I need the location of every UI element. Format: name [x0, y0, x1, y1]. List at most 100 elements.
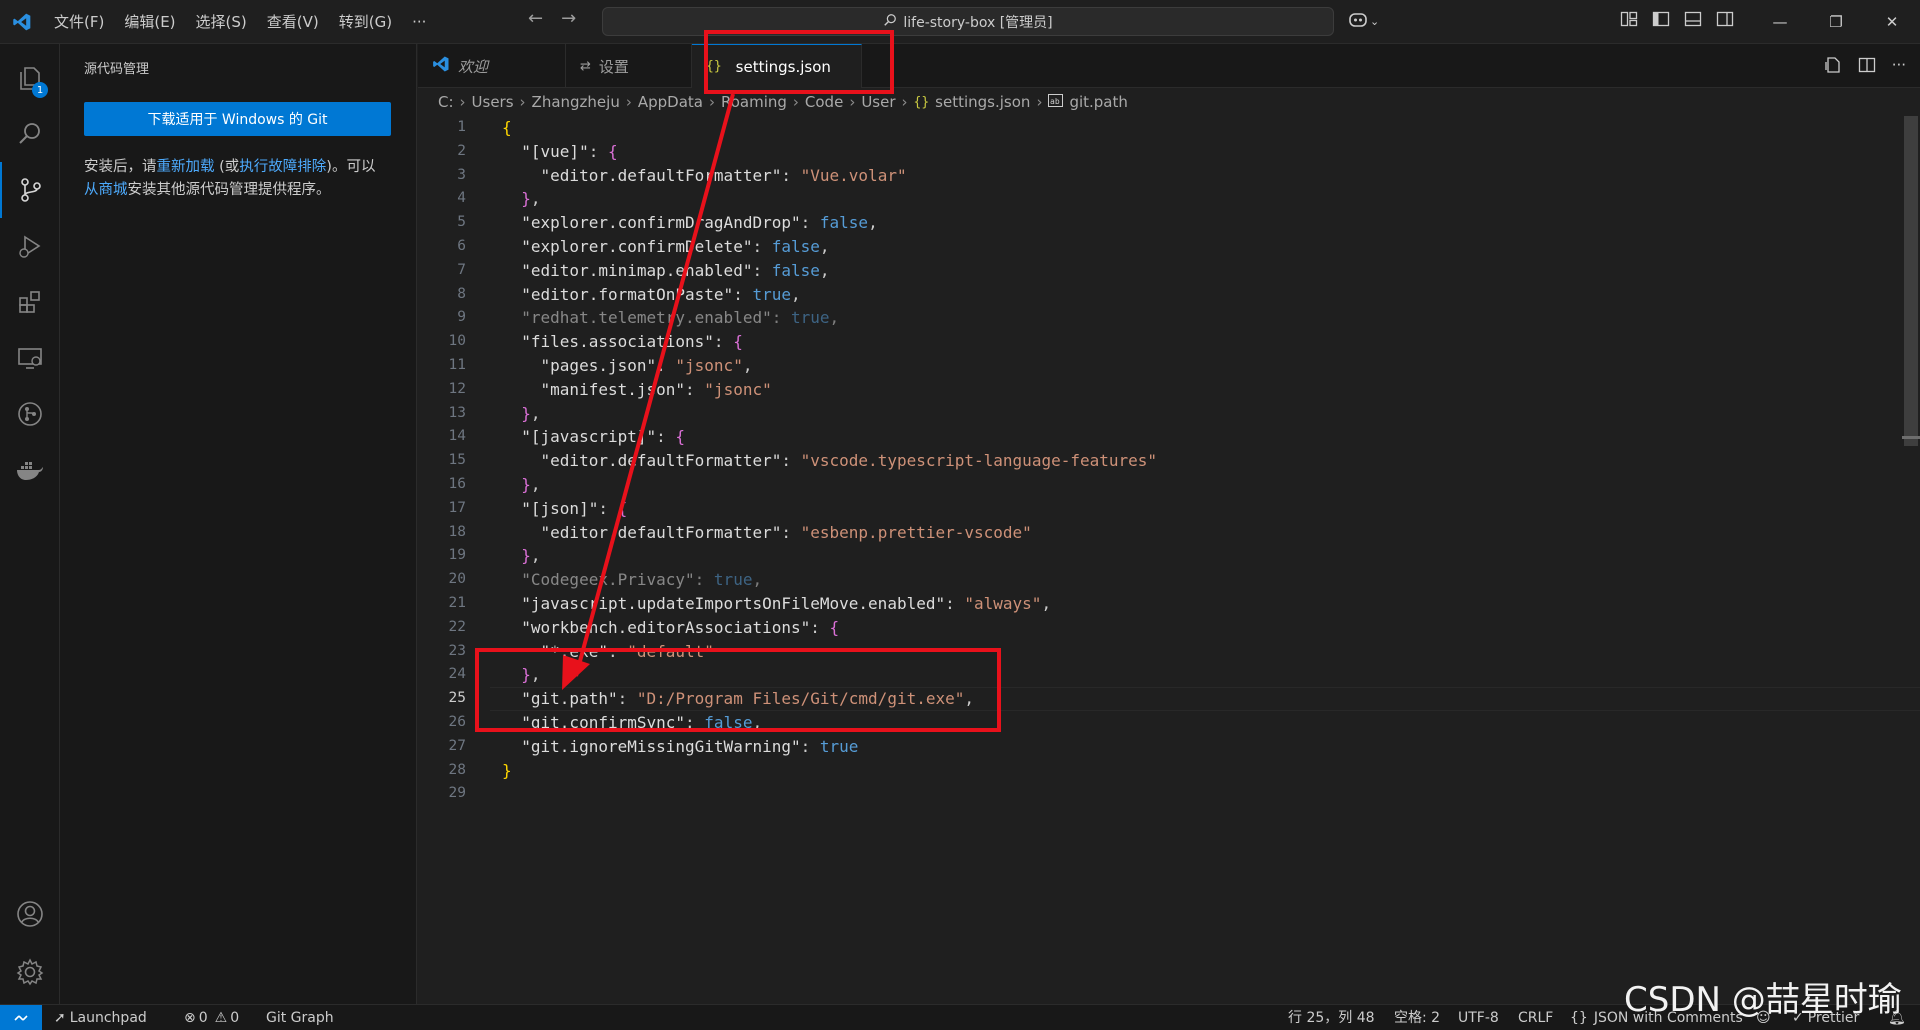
code-content[interactable]: { "[vue]": { "editor.defaultFormatter": … [502, 116, 1157, 806]
line-number: 9 [457, 309, 466, 326]
editor-scrollbar[interactable] [1902, 116, 1920, 1004]
scrollbar-thumb[interactable] [1904, 116, 1918, 446]
code-line[interactable]: } [502, 759, 1157, 783]
code-line[interactable]: "*.exe": "default" [502, 640, 1157, 664]
forward-arrow-icon[interactable]: → [561, 8, 576, 29]
code-line[interactable]: "editor.defaultFormatter": "vscode.types… [502, 449, 1158, 473]
breadcrumb-item[interactable]: git.path [1069, 93, 1127, 111]
tab-label: 欢迎 [458, 57, 489, 76]
menu-edit[interactable]: 编辑(E) [114, 0, 185, 44]
line-number: 22 [448, 618, 466, 635]
source-control-icon[interactable] [0, 162, 60, 218]
code-line[interactable]: }, [502, 663, 1157, 687]
docker-icon[interactable] [0, 442, 60, 498]
code-line[interactable]: "Codegeex.Privacy": true, [502, 568, 1157, 592]
string-property-icon: ab [1048, 93, 1064, 111]
breadcrumb-item[interactable]: Zhangzheju [532, 93, 620, 111]
window-controls: — ❐ ✕ [1752, 0, 1920, 44]
launchpad-item[interactable]: ➚ Launchpad [54, 1005, 147, 1030]
code-line[interactable]: "[vue]": { [502, 140, 1157, 164]
chevron-right-icon: › [792, 93, 799, 111]
more-actions-icon[interactable]: ··· [1892, 56, 1906, 78]
tab-welcome[interactable]: 欢迎 [418, 44, 566, 88]
code-line[interactable]: "pages.json": "jsonc", [502, 354, 1157, 378]
code-line[interactable]: "javascript.updateImportsOnFileMove.enab… [502, 592, 1157, 616]
explorer-icon[interactable]: 1 [0, 50, 60, 106]
encoding[interactable]: UTF-8 [1458, 1005, 1499, 1030]
git-graph-item[interactable]: Git Graph [266, 1005, 334, 1030]
code-line[interactable]: "workbench.editorAssociations": { [502, 616, 1157, 640]
extensions-icon[interactable] [0, 274, 60, 330]
toggle-secondary-sidebar-icon[interactable] [1716, 10, 1734, 28]
code-line[interactable]: "[json]": { [502, 497, 1157, 521]
run-debug-icon[interactable] [0, 218, 60, 274]
cursor-position[interactable]: 行 25，列 48 [1288, 1005, 1375, 1030]
code-line[interactable]: "[javascript]": { [502, 425, 1157, 449]
back-arrow-icon[interactable]: ← [528, 8, 543, 29]
chevron-down-icon: ⌄ [1370, 14, 1380, 28]
code-line[interactable]: "editor.minimap.enabled": false, [502, 259, 1157, 283]
problems-indicator[interactable]: ⊗ 0 ⚠ 0 [184, 1005, 239, 1030]
code-line[interactable]: }, [502, 187, 1157, 211]
settings-gear-icon[interactable] [0, 944, 60, 1000]
breadcrumb-item[interactable]: Code [805, 93, 843, 111]
menu-file[interactable]: 文件(F) [44, 0, 114, 44]
rocket-icon: ➚ [54, 1010, 66, 1026]
marketplace-link[interactable]: 从商城 [84, 182, 128, 198]
code-line[interactable]: "git.ignoreMissingGitWarning": true [502, 735, 1157, 759]
breadcrumb-item[interactable]: User [861, 93, 895, 111]
command-center[interactable]: life-story-box [管理员] [602, 7, 1334, 36]
code-line[interactable]: "explorer.confirmDragAndDrop": false, [502, 211, 1157, 235]
troubleshoot-link[interactable]: 执行故障排除 [239, 159, 326, 175]
copilot-button[interactable]: ⌄ [1348, 10, 1379, 32]
code-line[interactable]: "git.path": "D:/Program Files/Git/cmd/gi… [502, 687, 1157, 711]
accounts-icon[interactable] [0, 886, 60, 942]
remote-indicator-icon[interactable] [0, 1005, 42, 1030]
chevron-right-icon: › [708, 93, 715, 111]
breadcrumb-item[interactable]: AppData [638, 93, 703, 111]
customize-layout-icon[interactable] [1620, 10, 1638, 28]
title-bar: 文件(F) 编辑(E) 选择(S) 查看(V) 转到(G) ··· ← → li… [0, 0, 1920, 44]
open-settings-ui-icon[interactable] [1824, 56, 1842, 78]
minimize-icon[interactable]: — [1752, 0, 1808, 44]
line-number: 6 [457, 237, 466, 254]
json-braces-icon: {} [913, 94, 930, 110]
code-line[interactable]: { [502, 116, 1157, 140]
code-line[interactable]: "editor.defaultFormatter": "Vue.volar" [502, 164, 1157, 188]
gitlens-icon[interactable] [0, 386, 60, 442]
tab-settings-json[interactable]: {} settings.json [692, 44, 862, 88]
search-view-icon[interactable] [0, 106, 60, 162]
line-ending[interactable]: CRLF [1518, 1005, 1553, 1030]
code-editor[interactable]: 1 2 3 4 5 6 7 8 9 10 11 12 13 14 15 16 17 18 19 20 21 22 23 24 2… [418, 116, 1920, 1004]
code-line[interactable]: "git.confirmSync": false, [502, 711, 1157, 735]
line-number: 15 [448, 452, 466, 469]
download-git-button[interactable]: 下载适用于 Windows 的 Git [84, 102, 391, 136]
code-line[interactable] [502, 782, 1157, 806]
tab-settings[interactable]: ⇄ 设置 [566, 44, 692, 88]
breadcrumb-item[interactable]: Roaming [721, 93, 787, 111]
code-line[interactable]: }, [502, 544, 1157, 568]
code-line[interactable]: "redhat.telemetry.enabled": true, [502, 306, 1157, 330]
code-line[interactable]: "explorer.confirmDelete": false, [502, 235, 1157, 259]
close-icon[interactable]: ✕ [1864, 0, 1920, 44]
remote-explorer-icon[interactable] [0, 330, 60, 386]
code-line[interactable]: "editor.defaultFormatter": "esbenp.prett… [502, 521, 1157, 545]
breadcrumb-item[interactable]: settings.json [935, 93, 1030, 111]
toggle-primary-sidebar-icon[interactable] [1652, 10, 1670, 28]
reload-link[interactable]: 重新加载 [157, 159, 215, 175]
breadcrumb-item[interactable]: Users [472, 93, 514, 111]
breadcrumb-item[interactable]: C: [438, 93, 454, 111]
menu-view[interactable]: 查看(V) [257, 0, 329, 44]
code-line[interactable]: "editor.formatOnPaste": true, [502, 283, 1157, 307]
code-line[interactable]: }, [502, 402, 1157, 426]
toggle-panel-icon[interactable] [1684, 10, 1702, 28]
menu-selection[interactable]: 选择(S) [186, 0, 257, 44]
menu-go[interactable]: 转到(G) [329, 0, 402, 44]
split-editor-icon[interactable] [1858, 56, 1876, 78]
code-line[interactable]: "files.associations": { [502, 330, 1157, 354]
code-line[interactable]: "manifest.json": "jsonc" [502, 378, 1157, 402]
indentation[interactable]: 空格: 2 [1394, 1005, 1440, 1030]
menu-more[interactable]: ··· [402, 0, 436, 44]
restore-icon[interactable]: ❐ [1808, 0, 1864, 44]
code-line[interactable]: }, [502, 473, 1157, 497]
